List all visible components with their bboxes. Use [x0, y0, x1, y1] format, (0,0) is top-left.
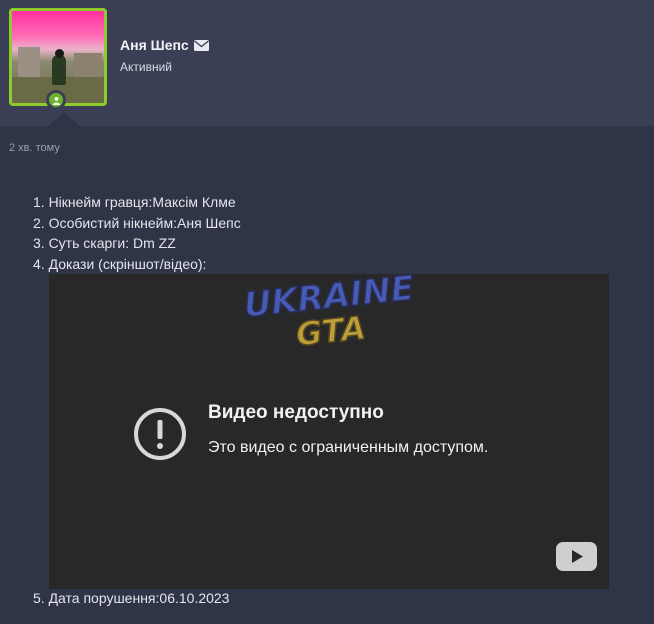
svg-text:GTA: GTA	[294, 309, 367, 352]
ukraine-gta-logo: UKRAINE GTA	[246, 272, 414, 352]
username-link[interactable]: Аня Шепс	[120, 37, 209, 53]
header-pointer	[48, 113, 80, 126]
video-unavailable-title: Видео недоступно	[208, 402, 384, 423]
post-line: 5. Дата порушення:06.10.2023	[33, 590, 230, 606]
post-line: 2. Особистий нікнейм:Аня Шепс	[33, 214, 241, 231]
alert-circle-icon	[134, 408, 186, 460]
post-line: 1. Нікнейм гравця:Максім Клме	[33, 194, 236, 210]
post-body: 1. Нікнейм гравця:Максім Клме 2. Особист…	[33, 192, 241, 274]
profile-header: Аня Шепс Активний	[0, 0, 654, 126]
post-timestamp[interactable]: 2 хв. тому	[9, 142, 60, 154]
youtube-play-icon[interactable]	[556, 542, 597, 571]
video-unavailable-message: Это видео с ограниченным доступом.	[208, 439, 489, 456]
post-line: 3. Суть скарги: Dm ZZ	[33, 235, 176, 251]
envelope-icon[interactable]	[193, 39, 209, 51]
username-label: Аня Шепс	[120, 37, 189, 53]
online-status-icon	[46, 90, 66, 110]
user-status: Активний	[120, 60, 172, 74]
post-line: 4. Докази (скріншот/відео):	[33, 255, 207, 272]
